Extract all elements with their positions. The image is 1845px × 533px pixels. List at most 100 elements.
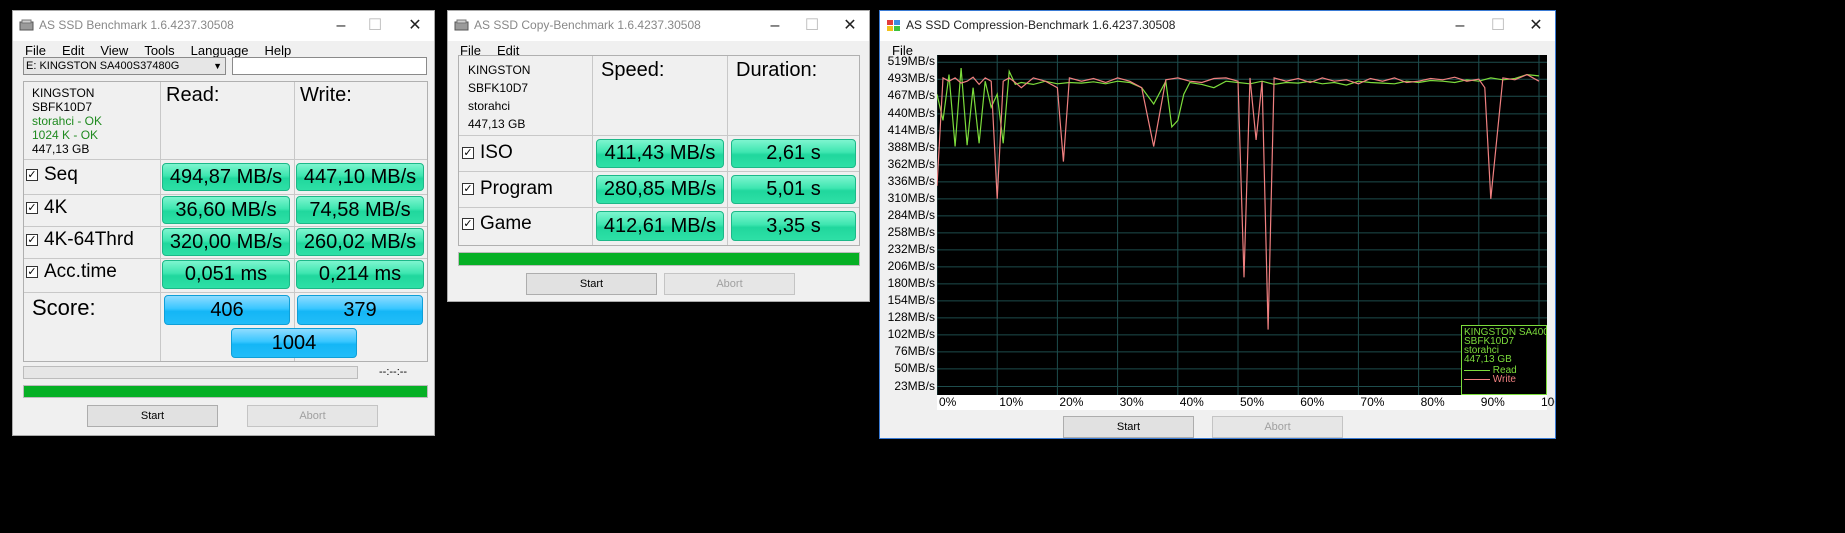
checkbox-checked-icon[interactable]: ✓ [26, 168, 38, 181]
custom-path-field[interactable] [232, 57, 427, 75]
y-tick-label: 467MB/s [887, 88, 935, 103]
legend-read-swatch [1464, 369, 1490, 371]
row-4k[interactable]: ✓ 4K [26, 197, 67, 219]
y-tick-label: 519MB/s [887, 54, 935, 69]
y-axis-labels: 519MB/s 493MB/s 467MB/s 440MB/s 414MB/s 388MB… [887, 54, 935, 410]
row-seq[interactable]: ✓ Seq [26, 164, 78, 186]
x-axis-labels: 0% 10% 20% 30% 40% 50% 60% 70% 80% 90% 100% [937, 395, 1555, 410]
elapsed-time: --:--:-- [379, 366, 408, 378]
title-bar[interactable]: AS SSD Compression-Benchmark 1.6.4237.30… [880, 11, 1555, 41]
row-4k64[interactable]: ✓ 4K-64Thrd [26, 229, 134, 251]
app-icon [454, 19, 469, 31]
x-tick-label: 0% [939, 395, 957, 409]
y-tick-label: 23MB/s [894, 378, 935, 393]
close-button[interactable]: ✕ [1514, 14, 1555, 38]
x-tick-label: 30% [1119, 395, 1144, 409]
score-label: Score: [32, 295, 96, 320]
checkbox-checked-icon[interactable]: ✓ [462, 217, 474, 230]
y-tick-label: 284MB/s [887, 207, 935, 222]
x-tick-label: 80% [1420, 395, 1445, 409]
app-icon [19, 19, 34, 31]
drive-size: 447,13 GB [468, 117, 526, 131]
y-tick-label: 76MB/s [894, 343, 935, 358]
iso-speed-result: 411,43 MB/s [596, 139, 724, 168]
row-iso[interactable]: ✓ ISO [462, 142, 513, 164]
4k64-read-result: 320,00 MB/s [162, 228, 290, 256]
checkbox-checked-icon[interactable]: ✓ [462, 182, 474, 195]
checkbox-checked-icon[interactable]: ✓ [26, 201, 38, 214]
benchmark-window: AS SSD Benchmark 1.6.4237.30508 – ☐ ✕ Fi… [12, 10, 435, 436]
drive-select[interactable]: E: KINGSTON SA400S37480G ▼ [23, 57, 226, 75]
y-tick-label: 102MB/s [887, 326, 935, 341]
y-tick-label: 310MB/s [887, 190, 935, 205]
abort-button[interactable]: Abort [1212, 416, 1343, 438]
drive-firmware: SBFK10D7 [32, 100, 93, 114]
read-header: Read: [166, 84, 220, 106]
x-tick-label: 20% [1059, 395, 1084, 409]
row-acctime[interactable]: ✓ Acc.time [26, 261, 117, 283]
alignment-status: 1024 K - OK [32, 128, 99, 142]
chart-area: 519MB/s 493MB/s 467MB/s 440MB/s 414MB/s 388MB… [887, 54, 1555, 410]
y-tick-label: 206MB/s [887, 258, 935, 273]
y-tick-label: 388MB/s [887, 139, 935, 154]
drive-select-value: E: KINGSTON SA400S37480G [26, 60, 180, 72]
score-total: 1004 [231, 328, 357, 358]
app-icon [887, 20, 900, 31]
row-game[interactable]: ✓ Game [462, 213, 532, 235]
write-header: Write: [300, 84, 352, 106]
x-tick-label: 40% [1179, 395, 1204, 409]
overall-progress-bar [458, 252, 860, 266]
duration-header: Duration: [736, 59, 818, 81]
test-progress-bar [23, 366, 358, 379]
seq-write-result: 447,10 MB/s [296, 163, 424, 191]
x-tick-label: 10% [999, 395, 1024, 409]
start-button[interactable]: Start [87, 405, 218, 427]
checkbox-checked-icon[interactable]: ✓ [26, 233, 38, 246]
drive-firmware: SBFK10D7 [468, 81, 529, 95]
4k-write-result: 74,58 MB/s [296, 196, 424, 224]
score-write: 379 [297, 295, 423, 325]
maximize-button[interactable]: ☐ [353, 14, 397, 38]
y-tick-label: 154MB/s [887, 292, 935, 307]
seq-read-result: 494,87 MB/s [162, 163, 290, 191]
close-button[interactable]: ✕ [393, 14, 434, 38]
driver-name: storahci [468, 99, 511, 113]
drive-info: KINGSTON SBFK10D7 storahci 447,13 GB [468, 61, 530, 133]
drive-info: KINGSTON SBFK10D7 storahci - OK 1024 K -… [32, 86, 102, 156]
y-tick-label: 180MB/s [887, 275, 935, 290]
y-tick-label: 414MB/s [887, 122, 935, 137]
4k-read-result: 36,60 MB/s [162, 196, 290, 224]
title-bar[interactable]: AS SSD Copy-Benchmark 1.6.4237.30508 – ☐… [448, 11, 869, 41]
x-tick-label: 50% [1240, 395, 1265, 409]
abort-button[interactable]: Abort [664, 273, 795, 295]
row-program[interactable]: ✓ Program [462, 178, 553, 200]
speed-header: Speed: [601, 59, 665, 81]
x-tick-label: 60% [1300, 395, 1325, 409]
4k64-write-result: 260,02 MB/s [296, 228, 424, 256]
y-tick-label: 258MB/s [887, 224, 935, 239]
score-read: 406 [164, 295, 290, 325]
overall-progress-fill [24, 386, 427, 397]
drive-name: KINGSTON [468, 63, 531, 77]
start-button[interactable]: Start [1063, 416, 1194, 438]
y-tick-label: 128MB/s [887, 309, 935, 324]
game-speed-result: 412,61 MB/s [596, 211, 724, 241]
overall-progress-bar [23, 385, 428, 398]
overall-progress-fill [459, 253, 859, 265]
acctime-read-result: 0,051 ms [162, 260, 290, 289]
x-tick-label: 70% [1360, 395, 1385, 409]
y-tick-label: 440MB/s [887, 105, 935, 120]
start-button[interactable]: Start [526, 273, 657, 295]
close-button[interactable]: ✕ [828, 14, 869, 38]
results-panel: KINGSTON SBFK10D7 storahci 447,13 GB Spe… [458, 55, 860, 246]
chart-legend: KINGSTON SA400S SBFK10D7 storahci 447,13… [1461, 325, 1547, 395]
compression-benchmark-window: AS SSD Compression-Benchmark 1.6.4237.30… [879, 10, 1556, 439]
window-title: AS SSD Compression-Benchmark 1.6.4237.30… [906, 18, 1176, 32]
program-speed-result: 280,85 MB/s [596, 175, 724, 204]
checkbox-checked-icon[interactable]: ✓ [462, 146, 474, 159]
abort-button[interactable]: Abort [247, 405, 378, 427]
title-bar[interactable]: AS SSD Benchmark 1.6.4237.30508 – ☐ ✕ [13, 11, 434, 41]
legend-write-label: Write [1492, 374, 1516, 385]
checkbox-checked-icon[interactable]: ✓ [26, 265, 38, 278]
legend-write-swatch [1464, 378, 1490, 380]
